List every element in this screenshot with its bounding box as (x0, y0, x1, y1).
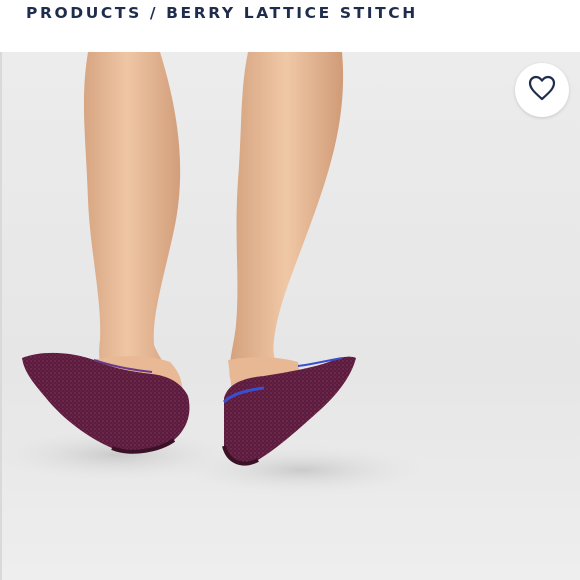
heart-outline-icon (528, 75, 556, 106)
breadcrumb[interactable]: PRODUCTS / BERRY LATTICE STITCH (26, 4, 418, 22)
shoe-shadow (172, 444, 432, 496)
product-photo (2, 52, 580, 580)
favorite-button[interactable] (515, 63, 569, 117)
header-bar: PRODUCTS / BERRY LATTICE STITCH (0, 0, 580, 52)
